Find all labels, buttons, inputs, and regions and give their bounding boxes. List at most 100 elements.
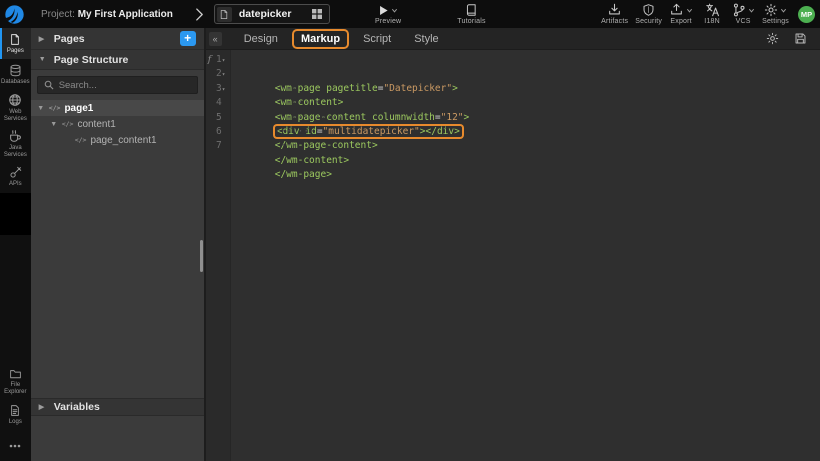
left-rail: Pages Databases Web Services Java Servic… [0, 28, 31, 461]
topbar-action-i18n[interactable]: I18N [698, 4, 726, 25]
save-button[interactable] [791, 32, 810, 45]
search-icon [44, 80, 54, 90]
topbar-action-label: Export [670, 18, 691, 25]
topbar-action-label: Settings [762, 18, 789, 25]
chevron-down-icon[interactable] [748, 7, 755, 14]
search-box [37, 76, 198, 94]
gear-icon [764, 3, 778, 17]
search-input[interactable] [59, 80, 191, 91]
sidebar-item-pages[interactable]: Pages [0, 28, 31, 59]
indent-whitespace: ········ [275, 97, 321, 108]
widget-tree: ▼ </> page1 ▼ </> content1 </> page_cont… [31, 100, 204, 148]
format-marker: f [208, 53, 212, 67]
topbar-action-artifacts[interactable]: Artifacts [599, 4, 630, 25]
tree-node-label: page1 [64, 103, 93, 114]
tree-node-label: page_content1 [90, 135, 156, 146]
chevron-down-icon[interactable]: ▼ [37, 105, 45, 112]
fold-arrow-icon[interactable]: ▾ [222, 54, 230, 68]
api-icon [9, 166, 22, 179]
add-page-button[interactable]: + [180, 31, 196, 46]
page-tab-datepicker[interactable]: datepicker [214, 4, 330, 24]
line-number-1: f 1 ▾ [206, 53, 230, 67]
user-avatar[interactable]: MP [798, 6, 815, 23]
wavemaker-logo-icon[interactable] [0, 0, 28, 28]
editor-settings-button[interactable] [763, 32, 782, 45]
fold-arrow-icon[interactable]: ▾ [222, 83, 230, 97]
line-number-6: 6 [206, 125, 230, 139]
log-icon [9, 404, 21, 417]
chevron-down-icon[interactable] [686, 7, 693, 14]
panel-bottom-area [31, 416, 204, 461]
pages-header-label: Pages [54, 33, 85, 45]
page-structure-header[interactable]: ▼ Page Structure [31, 50, 204, 70]
preview-button[interactable]: Preview [373, 4, 403, 25]
widget-code-icon: </> [62, 120, 74, 128]
grid-icon[interactable] [312, 9, 322, 19]
panel-empty-area [31, 148, 204, 398]
ellipsis-icon [9, 444, 21, 448]
panel-scrollbar[interactable] [200, 240, 203, 272]
rail-top-group: Pages Databases Web Services Java Servic… [0, 28, 31, 193]
tree-node-content1[interactable]: ▼ </> content1 [31, 116, 204, 132]
pages-header[interactable]: ▶ Pages + [31, 28, 204, 50]
line-number-2: 2 ▾ [206, 67, 230, 81]
line-number-5: 5 [206, 111, 230, 125]
tab-script[interactable]: Script [356, 31, 398, 47]
indent-whitespace: ········ [275, 126, 321, 137]
sidebar-item-more[interactable] [0, 430, 31, 461]
code-editor[interactable]: f 1 ▾ 2 ▾ 3 ▾ 4 5 6 7 [206, 50, 820, 461]
sidebar-item-logs[interactable]: Logs [0, 399, 31, 430]
sidebar-item-databases[interactable]: Databases [0, 59, 31, 90]
rail-gap [0, 193, 31, 235]
tutorials-label: Tutorials [457, 18, 485, 25]
topbar-action-export[interactable]: Export [667, 4, 695, 25]
variables-header[interactable]: ▶ Variables [31, 398, 204, 416]
indent-whitespace: ···· [275, 140, 298, 151]
widget-code-icon: </> [75, 136, 87, 144]
sidebar-item-web-services[interactable]: Web Services [0, 90, 31, 126]
play-icon [378, 5, 389, 16]
tab-markup[interactable]: Markup [294, 31, 347, 47]
project-name: My First Application [78, 9, 173, 20]
shield-icon [642, 3, 655, 17]
chevron-right-icon: ▶ [39, 403, 47, 411]
indent-whitespace: ············ [275, 112, 344, 123]
sidebar-item-label: Java Services [1, 145, 30, 159]
sidebar-item-label: Databases [1, 79, 30, 86]
book-icon [465, 3, 478, 17]
tab-design[interactable]: Design [237, 31, 285, 47]
rail-bottom-group: File Explorer Logs [0, 365, 31, 461]
topbar-center-actions: Preview Tutorials [373, 0, 488, 28]
collapse-panel-button[interactable]: « [209, 32, 222, 46]
sidebar-item-apis[interactable]: APIs [0, 162, 31, 193]
variables-label: Variables [54, 401, 100, 413]
download-icon [607, 3, 622, 17]
sidebar-item-label: Logs [9, 419, 22, 426]
code-line-1[interactable]: <wm-page pagetitle="Datepicker"> [235, 53, 820, 67]
sidebar-item-file-explorer[interactable]: File Explorer [0, 365, 31, 399]
folder-icon [9, 368, 22, 380]
page-structure-label: Page Structure [54, 54, 129, 66]
topbar-action-vcs[interactable]: VCS [729, 4, 757, 25]
pages-icon [9, 33, 21, 46]
topbar-action-settings[interactable]: Settings [760, 4, 791, 25]
line-number-text: 7 [216, 140, 222, 151]
upload-icon [669, 3, 684, 17]
globe-icon [8, 93, 22, 107]
tab-style[interactable]: Style [407, 31, 445, 47]
fold-arrow-icon[interactable]: ▾ [222, 68, 230, 82]
chevron-down-icon[interactable] [391, 7, 398, 14]
sidebar-item-java-services[interactable]: Java Services [0, 126, 31, 162]
tutorials-button[interactable]: Tutorials [455, 4, 487, 25]
tree-node-page-content1[interactable]: </> page_content1 [31, 132, 204, 148]
chevron-down-icon[interactable]: ▼ [50, 121, 58, 128]
page-tab-label: datepicker [239, 8, 305, 20]
code-line-2[interactable]: ···· <wm-content> [235, 67, 820, 81]
chevron-down-icon[interactable] [780, 7, 787, 14]
tree-node-page1[interactable]: ▼ </> page1 [31, 100, 204, 116]
tree-node-label: content1 [77, 119, 115, 130]
widget-code-icon: </> [49, 104, 61, 112]
topbar-action-label: Security [635, 18, 662, 25]
sidebar-item-label: Web Services [1, 109, 30, 123]
topbar-action-security[interactable]: Security [633, 4, 664, 25]
